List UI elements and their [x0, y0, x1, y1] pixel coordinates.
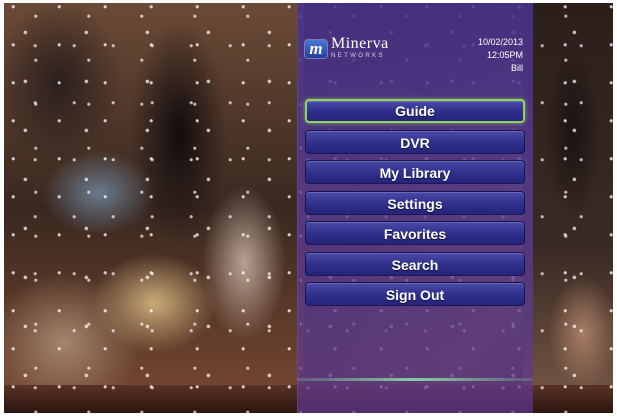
menu-item-favorites[interactable]: Favorites	[305, 221, 525, 245]
brand-subtitle: NETWORKS	[331, 53, 385, 59]
menu-item-guide[interactable]: Guide	[305, 99, 525, 123]
menu-item-my-library[interactable]: My Library	[305, 160, 525, 184]
minerva-logo-icon: m	[305, 39, 327, 58]
main-menu-panel: m Minerva NETWORKS 10/02/2013 12:05PM Bi…	[297, 3, 533, 413]
menu-item-search[interactable]: Search	[305, 251, 525, 276]
current-date: 10/02/2013	[477, 37, 523, 47]
user-name: Bill	[510, 63, 523, 73]
status-info: 10/02/2013 12:05PM Bill	[478, 36, 523, 75]
brand-name: Minerva	[331, 35, 389, 52]
menu-item-settings[interactable]: Settings	[305, 190, 525, 215]
main-menu: Guide DVR My Library Settings Favorites …	[305, 99, 525, 313]
panel-divider-line	[297, 378, 533, 381]
minerva-logo: m Minerva NETWORKS	[305, 35, 389, 60]
current-time: 12:05PM	[486, 50, 523, 60]
menu-item-sign-out[interactable]: Sign Out	[305, 282, 525, 306]
tv-screen: m Minerva NETWORKS 10/02/2013 12:05PM Bi…	[4, 3, 613, 413]
menu-item-dvr[interactable]: DVR	[305, 129, 525, 154]
